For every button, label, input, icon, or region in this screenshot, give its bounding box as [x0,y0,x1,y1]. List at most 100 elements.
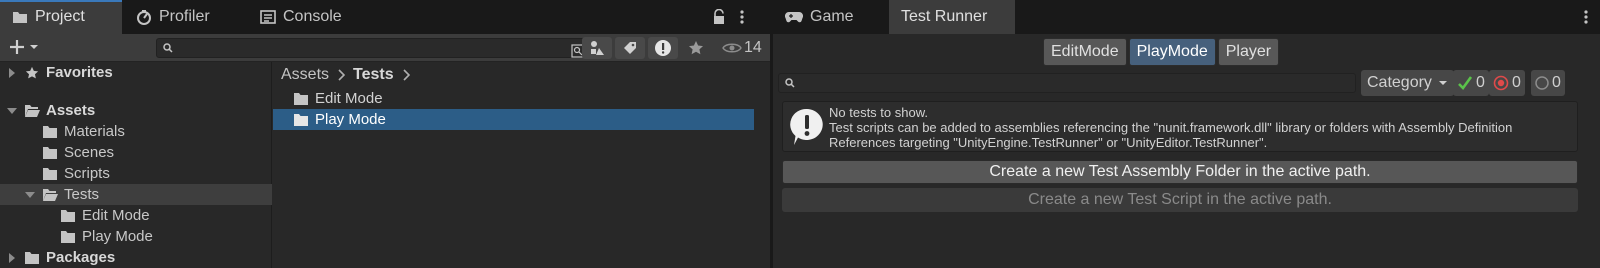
chevron-right-icon[interactable] [402,69,410,81]
help-text: No tests to show. Test scripts can be ad… [829,105,1512,150]
failed-icon [1493,75,1509,91]
more-options-icon[interactable] [740,9,744,25]
tree-item-scripts[interactable]: Scripts [0,163,272,184]
folder-tree: Favorites Assets Materials Scenes Script… [0,62,272,268]
list-item[interactable]: Play Mode [273,109,754,130]
tree-item-label: Edit Mode [82,207,150,224]
no-tests-help-box: No tests to show. Test scripts can be ad… [782,101,1578,152]
help-title: No tests to show. [829,105,928,120]
breadcrumb: Assets Tests [281,64,410,86]
console-icon [260,10,276,24]
folder-icon [13,12,27,23]
create-test-assembly-folder-button[interactable]: Create a new Test Assembly Folder in the… [782,160,1578,184]
tree-item-favorites[interactable]: Favorites [0,62,272,83]
list-item-label: Edit Mode [315,90,383,107]
more-options-icon[interactable] [1584,9,1588,25]
tab-project[interactable]: Project [0,0,122,34]
tab-test-runner[interactable]: Test Runner [889,0,1015,34]
tree-item-label: Materials [64,123,125,140]
plus-icon [10,40,24,54]
check-icon [1458,76,1473,90]
shapes-icon [591,41,604,55]
failed-count: 0 [1512,74,1521,91]
log-filter-button[interactable] [648,37,678,59]
tree-item-materials[interactable]: Materials [0,121,272,142]
filter-by-type-button[interactable] [582,37,612,59]
search-icon [163,43,173,53]
folder-icon [43,125,57,138]
tab-play-mode[interactable]: PlayMode [1128,38,1216,66]
tree-item-label: Packages [46,249,116,266]
tree-item-label: Tests [64,186,100,203]
failed-filter-toggle[interactable]: 0 [1489,70,1525,96]
tab-project-label: Project [35,8,85,25]
folder-open-icon [25,104,40,117]
project-search-input[interactable] [156,38,586,58]
test-mode-selector: EditMode PlayMode Player [1043,38,1280,66]
project-tab-bar: Project Profiler Console [0,0,770,34]
hidden-packages-toggle[interactable]: 14 [722,37,762,59]
test-search-input[interactable] [778,73,1356,93]
tree-item-label: Favorites [46,64,113,81]
collapse-arrow-icon[interactable] [24,189,36,201]
skipped-count: 0 [1552,74,1561,91]
chevron-right-icon [338,69,346,81]
not-run-icon [1535,76,1549,90]
folder-icon [294,92,308,105]
tree-item-play-mode[interactable]: Play Mode [0,226,272,247]
tab-edit-mode[interactable]: EditMode [1043,38,1127,66]
search-icon [785,78,795,88]
collapse-arrow-icon[interactable] [6,105,18,117]
passed-count: 0 [1476,74,1485,91]
project-window-tools [712,0,744,34]
chevron-down-icon [30,45,38,49]
test-runner-tab-bar: Game Test Runner [773,0,1600,34]
expand-arrow-icon[interactable] [6,67,18,79]
star-icon [25,66,39,78]
breadcrumb-item[interactable]: Tests [353,66,394,84]
filter-by-label-button[interactable] [615,37,645,59]
category-label: Category [1367,74,1432,91]
list-item[interactable]: Edit Mode [273,88,754,109]
folder-icon [25,251,39,264]
test-filter-bar: Category 0 0 0 [773,70,1600,96]
favorites-button[interactable] [681,37,711,59]
project-window: Project Profiler Console 14 Favorites As… [0,0,770,268]
passed-filter-toggle[interactable]: 0 [1453,70,1489,96]
tab-game[interactable]: Game [773,0,866,34]
search-scope-button[interactable] [565,40,585,58]
breadcrumb-item[interactable]: Assets [281,66,329,84]
tree-item-label: Play Mode [82,228,153,245]
list-item-label: Play Mode [315,111,386,128]
tree-item-tests[interactable]: Tests [0,184,272,205]
tab-profiler-label: Profiler [159,8,210,25]
info-exclamation-icon [790,108,823,145]
tab-console[interactable]: Console [248,0,354,34]
game-controller-icon [785,11,803,23]
tab-player[interactable]: Player [1217,38,1280,66]
skipped-filter-toggle[interactable]: 0 [1531,70,1565,96]
tab-test-runner-label: Test Runner [901,8,988,25]
category-dropdown[interactable]: Category [1361,70,1454,96]
tab-console-label: Console [283,8,342,25]
folder-open-icon [43,188,58,201]
tree-item-packages[interactable]: Packages [0,247,272,268]
expand-arrow-icon[interactable] [6,252,18,264]
folder-icon [61,230,75,243]
tree-item-scenes[interactable]: Scenes [0,142,272,163]
tab-profiler[interactable]: Profiler [124,0,222,34]
test-runner-window: Game Test Runner EditMode PlayMode Playe… [773,0,1600,268]
folder-icon [43,146,57,159]
folder-contents: Assets Tests Edit Mode Play Mode [273,62,770,268]
tree-item-assets[interactable]: Assets [0,100,272,121]
profiler-icon [137,10,151,25]
help-line: References targeting "UnityEngine.TestRu… [829,135,1268,150]
help-line: Test scripts can be added to assemblies … [829,120,1513,135]
folder-icon [43,167,57,180]
lock-icon[interactable] [712,9,726,25]
create-button[interactable] [8,38,39,56]
project-toolbar: 14 [0,34,770,62]
chevron-down-icon [1438,81,1447,85]
tree-item-edit-mode[interactable]: Edit Mode [0,205,272,226]
tag-icon [624,42,636,54]
